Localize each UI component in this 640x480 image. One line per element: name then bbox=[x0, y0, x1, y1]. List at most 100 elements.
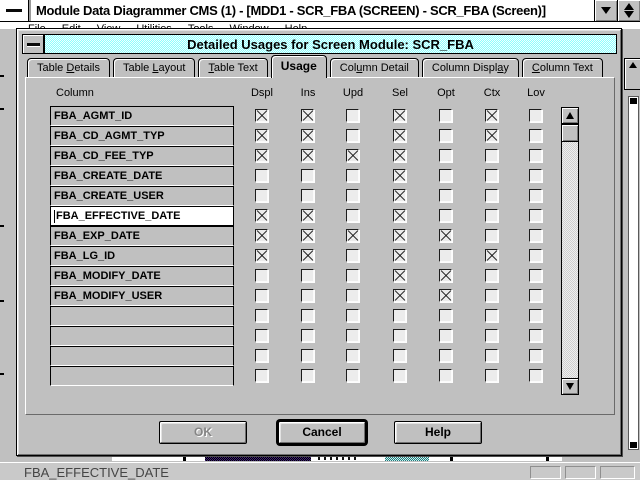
checkbox-ctx-row14[interactable] bbox=[485, 369, 498, 382]
checkbox-lov-row6[interactable] bbox=[529, 209, 542, 222]
checkbox-lov-row4[interactable] bbox=[529, 169, 542, 182]
checkbox-ctx-row9[interactable] bbox=[485, 269, 498, 282]
tab-column-display[interactable]: Column Display bbox=[422, 58, 519, 77]
minimize-button[interactable] bbox=[594, 0, 617, 21]
checkbox-ins-row5[interactable] bbox=[301, 189, 314, 202]
checkbox-ins-row6[interactable] bbox=[301, 209, 314, 222]
checkbox-sel-row8[interactable] bbox=[393, 249, 406, 262]
checkbox-dspl-row9[interactable] bbox=[255, 269, 268, 282]
checkbox-upd-row1[interactable] bbox=[346, 109, 359, 122]
checkbox-ins-row2[interactable] bbox=[301, 129, 314, 142]
checkbox-lov-row9[interactable] bbox=[529, 269, 542, 282]
checkbox-lov-row12[interactable] bbox=[529, 329, 542, 342]
checkbox-dspl-row13[interactable] bbox=[255, 349, 268, 362]
scrollbar-thumb[interactable] bbox=[561, 124, 579, 142]
checkbox-sel-row11[interactable] bbox=[393, 309, 406, 322]
checkbox-lov-row2[interactable] bbox=[529, 129, 542, 142]
checkbox-sel-row6[interactable] bbox=[393, 209, 406, 222]
checkbox-sel-row1[interactable] bbox=[393, 109, 406, 122]
column-list-item-fba-cd-agmt-typ[interactable]: FBA_CD_AGMT_TYP bbox=[50, 126, 234, 146]
checkbox-upd-row12[interactable] bbox=[346, 329, 359, 342]
checkbox-ctx-row6[interactable] bbox=[485, 209, 498, 222]
column-list-item-fba-lg-id[interactable]: FBA_LG_ID bbox=[50, 246, 234, 266]
tab-column-detail[interactable]: Column Detail bbox=[330, 58, 419, 77]
checkbox-opt-row12[interactable] bbox=[439, 329, 452, 342]
checkbox-ctx-row12[interactable] bbox=[485, 329, 498, 342]
checkbox-ins-row13[interactable] bbox=[301, 349, 314, 362]
checkbox-opt-row8[interactable] bbox=[439, 249, 452, 262]
checkbox-opt-row3[interactable] bbox=[439, 149, 452, 162]
checkbox-sel-row3[interactable] bbox=[393, 149, 406, 162]
checkbox-lov-row10[interactable] bbox=[529, 289, 542, 302]
checkbox-sel-row10[interactable] bbox=[393, 289, 406, 302]
checkbox-ins-row4[interactable] bbox=[301, 169, 314, 182]
checkbox-dspl-row2[interactable] bbox=[255, 129, 268, 142]
checkbox-upd-row13[interactable] bbox=[346, 349, 359, 362]
checkbox-dspl-row4[interactable] bbox=[255, 169, 268, 182]
checkbox-opt-row9[interactable] bbox=[439, 269, 452, 282]
system-menu-button[interactable] bbox=[0, 0, 29, 21]
checkbox-sel-row4[interactable] bbox=[393, 169, 406, 182]
checkbox-opt-row5[interactable] bbox=[439, 189, 452, 202]
checkbox-dspl-row7[interactable] bbox=[255, 229, 268, 242]
column-list-item-fba-modify-user[interactable]: FBA_MODIFY_USER bbox=[50, 286, 234, 306]
cancel-button[interactable]: Cancel bbox=[278, 421, 366, 444]
checkbox-dspl-row1[interactable] bbox=[255, 109, 268, 122]
checkbox-upd-row2[interactable] bbox=[346, 129, 359, 142]
tab-table-details[interactable]: Table Details bbox=[27, 58, 110, 77]
checkbox-lov-row8[interactable] bbox=[529, 249, 542, 262]
checkbox-sel-row13[interactable] bbox=[393, 349, 406, 362]
checkbox-ins-row8[interactable] bbox=[301, 249, 314, 262]
column-list-item-empty[interactable] bbox=[50, 366, 234, 386]
tab-usage[interactable]: Usage bbox=[271, 55, 327, 78]
checkbox-opt-row7[interactable] bbox=[439, 229, 452, 242]
checkbox-ins-row3[interactable] bbox=[301, 149, 314, 162]
checkbox-opt-row10[interactable] bbox=[439, 289, 452, 302]
checkbox-ctx-row10[interactable] bbox=[485, 289, 498, 302]
tab-table-layout[interactable]: Table Layout bbox=[113, 58, 195, 77]
column-list-item-empty[interactable] bbox=[50, 346, 234, 366]
checkbox-ctx-row2[interactable] bbox=[485, 129, 498, 142]
checkbox-ctx-row5[interactable] bbox=[485, 189, 498, 202]
checkbox-dspl-row5[interactable] bbox=[255, 189, 268, 202]
checkbox-upd-row3[interactable] bbox=[346, 149, 359, 162]
checkbox-dspl-row8[interactable] bbox=[255, 249, 268, 262]
tab-table-text[interactable]: Table Text bbox=[198, 58, 267, 77]
column-list-item-fba-create-user[interactable]: FBA_CREATE_USER bbox=[50, 186, 234, 206]
checkbox-lov-row1[interactable] bbox=[529, 109, 542, 122]
checkbox-upd-row4[interactable] bbox=[346, 169, 359, 182]
checkbox-ctx-row7[interactable] bbox=[485, 229, 498, 242]
checkbox-ins-row1[interactable] bbox=[301, 109, 314, 122]
column-list-item-fba-modify-date[interactable]: FBA_MODIFY_DATE bbox=[50, 266, 234, 286]
checkbox-opt-row1[interactable] bbox=[439, 109, 452, 122]
column-list-item-fba-create-date[interactable]: FBA_CREATE_DATE bbox=[50, 166, 234, 186]
checkbox-ctx-row1[interactable] bbox=[485, 109, 498, 122]
checkbox-ins-row10[interactable] bbox=[301, 289, 314, 302]
checkbox-upd-row5[interactable] bbox=[346, 189, 359, 202]
usage-scrollbar[interactable] bbox=[561, 107, 579, 395]
checkbox-ins-row14[interactable] bbox=[301, 369, 314, 382]
checkbox-ins-row9[interactable] bbox=[301, 269, 314, 282]
checkbox-ctx-row8[interactable] bbox=[485, 249, 498, 262]
checkbox-sel-row14[interactable] bbox=[393, 369, 406, 382]
checkbox-sel-row2[interactable] bbox=[393, 129, 406, 142]
checkbox-sel-row5[interactable] bbox=[393, 189, 406, 202]
checkbox-lov-row3[interactable] bbox=[529, 149, 542, 162]
checkbox-upd-row8[interactable] bbox=[346, 249, 359, 262]
checkbox-ctx-row3[interactable] bbox=[485, 149, 498, 162]
column-list-item-fba-cd-fee-typ[interactable]: FBA_CD_FEE_TYP bbox=[50, 146, 234, 166]
dialog-system-menu-button[interactable] bbox=[22, 34, 44, 54]
checkbox-opt-row11[interactable] bbox=[439, 309, 452, 322]
column-list-item-fba-agmt-id[interactable]: FBA_AGMT_ID bbox=[50, 106, 234, 126]
checkbox-opt-row2[interactable] bbox=[439, 129, 452, 142]
scroll-up-button[interactable] bbox=[561, 107, 579, 124]
checkbox-upd-row9[interactable] bbox=[346, 269, 359, 282]
column-list-item-empty[interactable] bbox=[50, 326, 234, 346]
checkbox-ins-row12[interactable] bbox=[301, 329, 314, 342]
checkbox-ctx-row11[interactable] bbox=[485, 309, 498, 322]
checkbox-lov-row13[interactable] bbox=[529, 349, 542, 362]
checkbox-dspl-row11[interactable] bbox=[255, 309, 268, 322]
checkbox-sel-row12[interactable] bbox=[393, 329, 406, 342]
column-list-item-fba-exp-date[interactable]: FBA_EXP_DATE bbox=[50, 226, 234, 246]
checkbox-sel-row7[interactable] bbox=[393, 229, 406, 242]
